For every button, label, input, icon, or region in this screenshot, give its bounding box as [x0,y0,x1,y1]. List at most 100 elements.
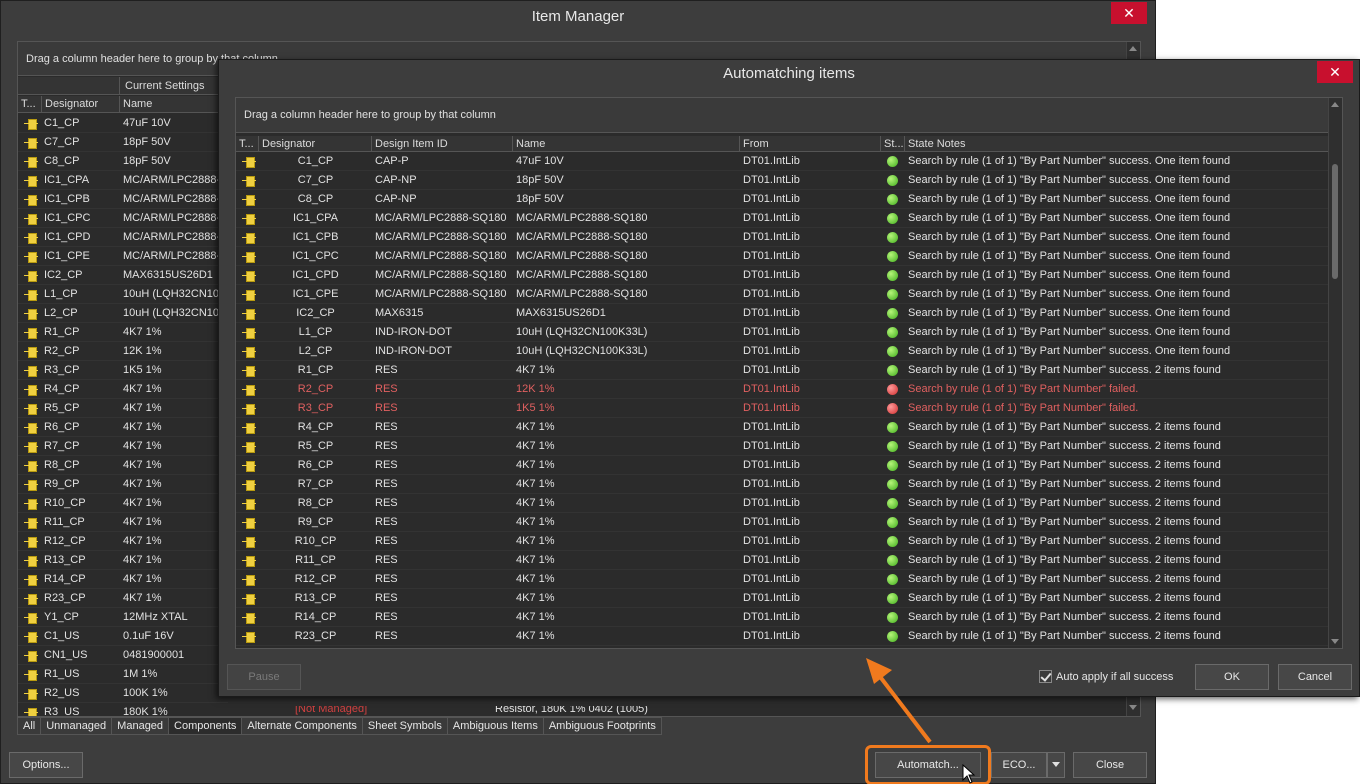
am-column-from[interactable]: From [740,136,881,152]
automatching-close-button[interactable]: ✕ [1317,61,1353,83]
am-column-design-item-id[interactable]: Design Item ID [372,136,513,152]
table-row[interactable]: IC1_CPB MC/ARM/LPC2888- [18,190,228,209]
table-row[interactable]: IC1_CPD MC/ARM/LPC2888-SQ180 MC/ARM/LPC288… [236,266,1329,285]
tab-alternate-components[interactable]: Alternate Components [242,717,363,735]
tab-sheet-symbols[interactable]: Sheet Symbols [362,717,448,735]
table-row[interactable]: R11_CP 4K7 1% [18,513,228,532]
ok-button[interactable]: OK [1195,664,1269,690]
designator-cell: IC1_CPA [44,174,90,186]
table-row[interactable]: C1_CP 47uF 10V [18,114,228,133]
table-row[interactable]: L2_CP 10uH (LQH32CN100 [18,304,228,323]
table-row[interactable]: R7_CP RES 4K7 1% DT01.IntLib Search by rule … [236,475,1329,494]
table-row[interactable]: IC2_CP MAX6315US26D1 [18,266,228,285]
table-row[interactable]: L2_CP IND-IRON-DOT 10uH (LQH32CN100K33L) DT… [236,342,1329,361]
table-row[interactable]: R9_CP RES 4K7 1% DT01.IntLib Search by rule … [236,513,1329,532]
table-row[interactable]: IC1_CPE MC/ARM/LPC2888- [18,247,228,266]
am-scroll-thumb[interactable] [1332,164,1338,279]
table-row[interactable]: R1_CP 4K7 1% [18,323,228,342]
name-cell: 0.1uF 16V [123,630,174,642]
table-row[interactable]: R2_CP RES 12K 1% DT01.IntLib Search by rule … [236,380,1329,399]
table-row[interactable]: IC1_CPC MC/ARM/LPC2888-SQ180 MC/ARM/LPC288… [236,247,1329,266]
tab-managed[interactable]: Managed [112,717,170,735]
tab-ambiguous-footprints[interactable]: Ambiguous Footprints [543,717,662,735]
table-row[interactable]: IC1_CPA MC/ARM/LPC2888-SQ180 MC/ARM/LPC288… [236,209,1329,228]
from-cell: DT01.IntLib [743,516,800,528]
table-row[interactable]: IC1_CPA MC/ARM/LPC2888- [18,171,228,190]
automatching-scrollbar[interactable] [1328,98,1342,648]
table-row[interactable]: R23_CP 4K7 1% [18,589,228,608]
table-row[interactable]: R23_CP RES 4K7 1% DT01.IntLib Search by rule… [236,627,1329,646]
table-row[interactable]: R7_CP 4K7 1% [18,437,228,456]
table-row[interactable]: R5_CP 4K7 1% [18,399,228,418]
scroll-up-icon[interactable] [1129,46,1137,51]
table-row[interactable]: R14_CP RES 4K7 1% DT01.IntLib Search by rule… [236,608,1329,627]
name-cell: 4K7 1% [516,421,555,433]
am-column-state-notes[interactable]: State Notes [905,136,1329,152]
eco-dropdown-icon[interactable] [1047,752,1065,778]
table-row[interactable]: IC1_CPB MC/ARM/LPC2888-SQ180 MC/ARM/LPC288… [236,228,1329,247]
table-row[interactable]: C7_CP 18pF 50V [18,133,228,152]
auto-apply-checkbox[interactable] [1039,670,1052,683]
table-row[interactable]: R4_CP 4K7 1% [18,380,228,399]
am-column-designator[interactable]: Designator [259,136,372,152]
am-column-status[interactable]: St... [881,136,905,152]
table-row[interactable]: L1_CP 10uH (LQH32CN100 [18,285,228,304]
table-row[interactable]: R9_CP 4K7 1% [18,475,228,494]
state-notes-cell: Search by rule (1 of 1) "By Part Number"… [908,345,1231,357]
am-column-name[interactable]: Name [513,136,740,152]
auto-apply-label[interactable]: Auto apply if all success [1056,671,1173,683]
table-row[interactable]: R8_CP RES 4K7 1% DT01.IntLib Search by rule … [236,494,1329,513]
name-cell: 12K 1% [123,345,162,357]
table-row[interactable]: R4_CP RES 4K7 1% DT01.IntLib Search by rule … [236,418,1329,437]
table-row[interactable]: R6_CP 4K7 1% [18,418,228,437]
automatching-group-by-area[interactable]: Drag a column header here to group by th… [236,98,1329,133]
table-row[interactable]: R13_CP RES 4K7 1% DT01.IntLib Search by rule… [236,589,1329,608]
table-row[interactable]: R14_CP 4K7 1% [18,570,228,589]
am-scroll-up-icon[interactable] [1331,102,1339,107]
table-row[interactable]: R10_CP RES 4K7 1% DT01.IntLib Search by rule… [236,532,1329,551]
table-row[interactable]: R5_CP RES 4K7 1% DT01.IntLib Search by rule … [236,437,1329,456]
pause-button[interactable]: Pause [227,664,301,690]
close-button[interactable]: Close [1073,752,1147,778]
table-row[interactable]: C8_CP CAP-NP 18pF 50V DT01.IntLib Search by … [236,190,1329,209]
from-cell: DT01.IntLib [743,478,800,490]
table-row[interactable]: IC1_CPC MC/ARM/LPC2888- [18,209,228,228]
table-row[interactable]: R3_CP RES 1K5 1% DT01.IntLib Search by rule … [236,399,1329,418]
table-row[interactable]: R8_CP 4K7 1% [18,456,228,475]
table-row[interactable]: L1_CP IND-IRON-DOT 10uH (LQH32CN100K33L) DT… [236,323,1329,342]
am-scroll-down-icon[interactable] [1331,639,1339,644]
table-row[interactable]: R2_US 100K 1% [18,684,228,703]
table-row[interactable]: R13_CP 4K7 1% [18,551,228,570]
table-row[interactable]: CN1_US 0481900001 [18,646,228,665]
am-column-type[interactable]: T... [236,136,259,152]
tab-all[interactable]: All [17,717,42,735]
item-manager-close-button[interactable]: ✕ [1111,2,1147,24]
table-row[interactable]: Y1_CP 12MHz XTAL [18,608,228,627]
table-row[interactable]: IC1_CPD MC/ARM/LPC2888- [18,228,228,247]
table-row[interactable]: R11_CP RES 4K7 1% DT01.IntLib Search by rule… [236,551,1329,570]
tab-components[interactable]: Components [169,717,243,735]
table-row[interactable]: R1_CP RES 4K7 1% DT01.IntLib Search by rule … [236,361,1329,380]
table-row[interactable]: R1_US 1M 1% [18,665,228,684]
table-row[interactable]: C1_US 0.1uF 16V [18,627,228,646]
tab-ambiguous-items[interactable]: Ambiguous Items [447,717,544,735]
table-row[interactable]: R2_CP 12K 1% [18,342,228,361]
table-row[interactable]: C8_CP 18pF 50V [18,152,228,171]
column-designator[interactable]: Designator [42,96,120,113]
table-row[interactable]: R12_CP 4K7 1% [18,532,228,551]
table-row[interactable]: R12_CP RES 4K7 1% DT01.IntLib Search by rule… [236,570,1329,589]
table-row[interactable]: C1_CP CAP-P 47uF 10V DT01.IntLib Search by r… [236,152,1329,171]
state-notes-cell: Search by rule (1 of 1) "By Part Number"… [908,383,1139,395]
eco-button[interactable]: ECO... [991,752,1047,778]
table-row[interactable]: IC2_CP MAX6315 MAX6315US26D1 DT01.IntLib Sea… [236,304,1329,323]
table-row[interactable]: R6_CP RES 4K7 1% DT01.IntLib Search by rule … [236,456,1329,475]
table-row[interactable]: R3_US 180K 1% [18,703,228,716]
options-button[interactable]: Options... [9,752,83,778]
table-row[interactable]: R10_CP 4K7 1% [18,494,228,513]
table-row[interactable]: IC1_CPE MC/ARM/LPC2888-SQ180 MC/ARM/LPC288… [236,285,1329,304]
table-row[interactable]: C7_CP CAP-NP 18pF 50V DT01.IntLib Search by … [236,171,1329,190]
column-type[interactable]: T... [18,96,42,113]
cancel-button[interactable]: Cancel [1278,664,1352,690]
tab-unmanaged[interactable]: Unmanaged [41,717,113,735]
table-row[interactable]: R3_CP 1K5 1% [18,361,228,380]
